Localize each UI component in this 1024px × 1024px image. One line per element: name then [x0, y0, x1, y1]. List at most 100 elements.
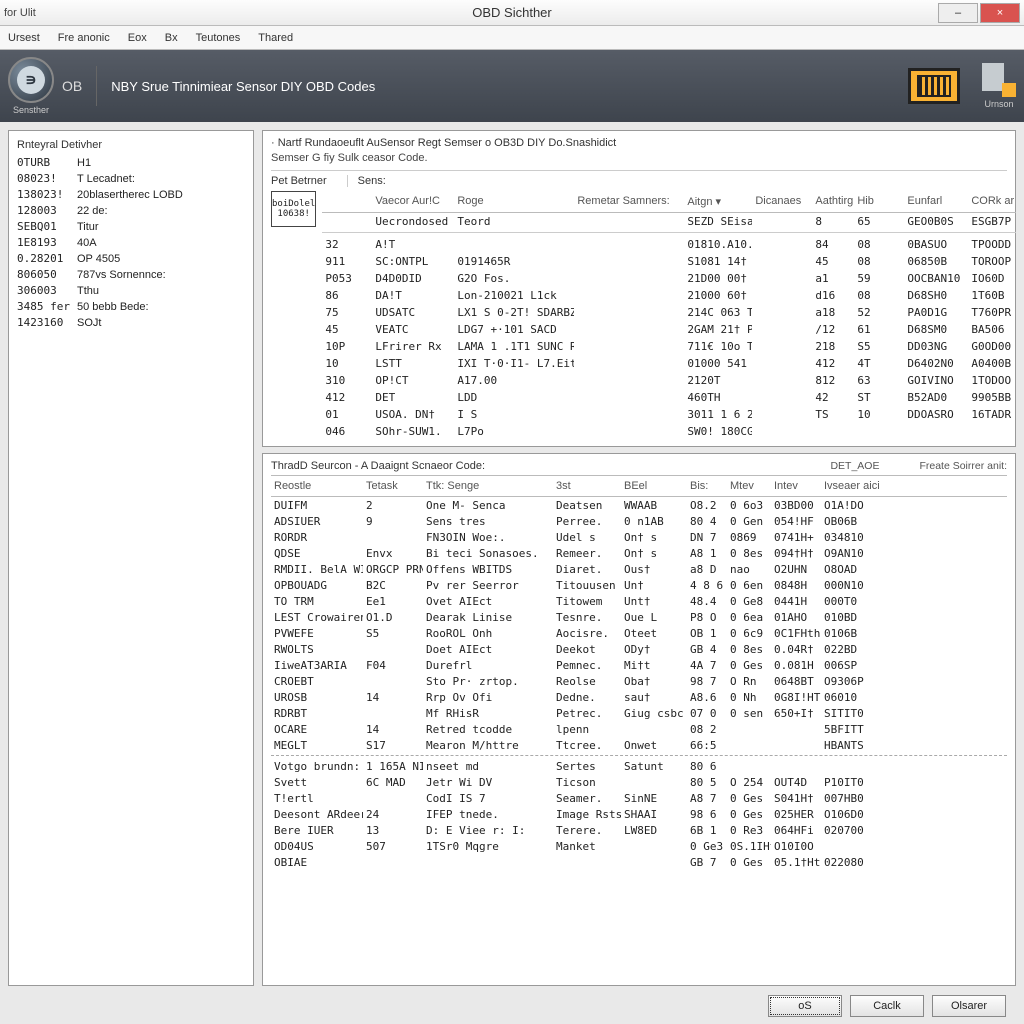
col2-ttk[interactable]: Ttk: Senge: [423, 480, 553, 492]
sidebar-row[interactable]: 12800322 de:: [17, 203, 245, 219]
table-row[interactable]: LEST CrowairenO1.DDearak LiniseTesnre.Ou…: [271, 609, 1007, 625]
col-roge[interactable]: Roge: [454, 195, 574, 208]
table-row[interactable]: 86DA!TLon-210021 L1ck21000 60† PM0 ADDd1…: [322, 287, 1016, 304]
table-row[interactable]: MEGLTS17Mearon M/httreTtcree.Onwet66:5HB…: [271, 737, 1007, 756]
col2-tetask[interactable]: Tetask: [363, 480, 423, 492]
dashboard-icon[interactable]: [908, 68, 960, 104]
col2-beel[interactable]: BEel: [621, 480, 687, 492]
app-logo-icon: ∍: [8, 57, 54, 103]
table-row[interactable]: OBIAEGB 70 Ges05.1†Hth022080: [271, 855, 1007, 871]
table-row[interactable]: IiweAT3ARIAF04DurefrlPemnec.Mi†t4A 70 Ge…: [271, 657, 1007, 673]
panel1-thumb-icon[interactable]: boiDolel 10638!: [271, 191, 316, 227]
table-row[interactable]: OPBOUADGB2CPv rer SeerrorTitouusenUn†4 8…: [271, 577, 1007, 593]
sidebar-row[interactable]: 08023!T Lecadnet:: [17, 171, 245, 187]
menu-item-0[interactable]: Ursest: [8, 32, 40, 44]
table-row[interactable]: PVWEFES5RooROL OnhAocisre.OteetOB 10 6c9…: [271, 625, 1007, 641]
col2-ivseaer[interactable]: Ivseaer aici:: [821, 480, 879, 492]
sidebar-row[interactable]: 3485 fer50 bebb Bede:: [17, 299, 245, 315]
sidebar-row[interactable]: 138023!20blasertherec LOBD: [17, 187, 245, 203]
minimize-button[interactable]: –: [938, 3, 978, 23]
col2-3st[interactable]: 3st: [553, 480, 621, 492]
table-row[interactable]: RORDRFN3OIN Woe:.Udel sOn† sDN 708690741…: [271, 529, 1007, 545]
table-row[interactable]: DUIFM2One M- SencaDeatsenWWAABO8.20 6o30…: [271, 497, 1007, 513]
table-row[interactable]: 10LSTTIXI T·0·I1- L7.Eitnr-31TB01000 541…: [322, 355, 1016, 372]
sidebar-row[interactable]: SEBQ01Titur: [17, 219, 245, 235]
panel1-first-row[interactable]: UecrondosedTeordSEZD SEisaie865GEO0B0SES…: [322, 213, 1016, 233]
table-row[interactable]: CROEBTSto Pr· zrtop.ReolseOba†98 7O Rn06…: [271, 673, 1007, 689]
table-row[interactable]: RWOLTSDoet AIEctDeekotODy†GB 40 8es0.04R…: [271, 641, 1007, 657]
col-remetar[interactable]: Remetar Samners:: [574, 195, 684, 208]
table-row[interactable]: Bere IUER13D: E Viee r: I:Terere.LW8ED6B…: [271, 823, 1007, 839]
sidebar-title: Rnteyral Detivher: [17, 137, 245, 153]
col-dicanaes[interactable]: Dicanaes: [752, 195, 812, 208]
sidebar: Rnteyral Detivher 0TURBH108023!T Lecadne…: [8, 130, 254, 986]
col-vaecor[interactable]: Vaecor Aur!C: [372, 195, 454, 208]
col2-reostle[interactable]: Reostle: [271, 480, 363, 492]
report-icon[interactable]: [982, 63, 1016, 97]
table-row[interactable]: Deesont ARdeer24IFEP tnede.Image RstsSHA…: [271, 807, 1007, 823]
table-row[interactable]: OCARE14Retred tcoddelpenn08 25BFITT: [271, 721, 1007, 737]
caclk-button[interactable]: Caclk: [850, 995, 924, 1017]
toolbar-title: NBY Srue Tinnimiear Sensor DIY OBD Codes: [96, 66, 375, 106]
table-row[interactable]: 45VEATCLDG7 +·101 SACD2GAM 21† PAID/1261…: [322, 321, 1016, 338]
table-row[interactable]: Svett6C MADJetr Wi DVTicson80 5O 254OUT4…: [271, 775, 1007, 791]
sidebar-row[interactable]: 806050787vs Sornennce:: [17, 267, 245, 283]
table-row[interactable]: Votgo brundn:1 165A NINKOnseet mdSertesS…: [271, 759, 1007, 775]
table-row[interactable]: 412DETLDD460TH42STB52AD09905BB: [322, 389, 1016, 406]
sidebar-row[interactable]: 1423160SOJt: [17, 315, 245, 331]
close-button[interactable]: ×: [980, 3, 1020, 23]
panel2-headline: ThradD Seurcon - A Daaignt Scnaeor Code:: [271, 460, 485, 472]
table-row[interactable]: OD04US5071TSr0 MqgreManket0 Ge30S.1IHtrO…: [271, 839, 1007, 855]
panel1-headline: · Nartf Rundaoeuflt AuSensor Regt Semser…: [271, 137, 1007, 149]
col2-bis[interactable]: Bis:: [687, 480, 727, 492]
table-row[interactable]: 32A!T01810.A10.062.84080BASUOTPOODD: [322, 236, 1016, 253]
window-title: OBD Sichther: [472, 5, 551, 20]
table-row[interactable]: 01USOA. DN†I S3011 1 6 225TS10DDOASRO16T…: [322, 406, 1016, 423]
menu-item-2[interactable]: Eox: [128, 32, 147, 44]
titlebar: for Ulit OBD Sichther – ×: [0, 0, 1024, 26]
table-row[interactable]: 911SC:ONTPL0191465RS1081 14† 609 7DD4508…: [322, 253, 1016, 270]
table-row[interactable]: 75UDSATCLX1 S 0-2T! SDARBZZ214C 063 TMBa…: [322, 304, 1016, 321]
menubar: Ursest Fre anonic Eox Bx Teutones Thared: [0, 26, 1024, 50]
panel1-grid-header: Vaecor Aur!C Roge Remetar Samners: Aitgn…: [322, 191, 1016, 213]
table-row[interactable]: UROSB14Rrp Ov OfiDedne.sau†A8.60 Nh0G8I!…: [271, 689, 1007, 705]
toolbar-right-label: Urnson: [984, 99, 1013, 109]
col-aathtirg[interactable]: Aathtirg: [812, 195, 854, 208]
col2-mtev[interactable]: Mtev: [727, 480, 771, 492]
col-hib[interactable]: Hib: [854, 195, 904, 208]
sidebar-row[interactable]: 0.28201OP 4505: [17, 251, 245, 267]
col-cork[interactable]: CORk ar Ubilcs:: [968, 195, 1016, 208]
panel1-right-label: Sens:: [347, 175, 386, 187]
window-buttons: – ×: [938, 3, 1020, 23]
table-row[interactable]: RMDII. BelA WI)I.ORGCP PRNOOffens WBITDS…: [271, 561, 1007, 577]
col2-ihtev[interactable]: Intev: [771, 480, 821, 492]
sidebar-row[interactable]: 306003Tthu: [17, 283, 245, 299]
table-row[interactable]: 046SOhr-SUW1.L7PoSW0! 180CGAKD: [322, 423, 1016, 440]
menu-item-4[interactable]: Teutones: [196, 32, 241, 44]
table-row[interactable]: 310OP!CTA17.002120T81263GOIVINO1TODOO: [322, 372, 1016, 389]
panel2-right-1: DET_AOE: [830, 460, 879, 472]
menu-item-1[interactable]: Fre anonic: [58, 32, 110, 44]
toolbar-left-sublabel: Sensther: [13, 105, 49, 115]
table-row[interactable]: ADSIUER9Sens tresPerree.0 n1AB80 40 Gen0…: [271, 513, 1007, 529]
titlebar-left-label: for Ulit: [4, 7, 36, 19]
table-row[interactable]: T!ertlCodI IS 7Seamer.SinNEA8 70 GesS041…: [271, 791, 1007, 807]
table-row[interactable]: 10PLFrirer RxLAMA 1 .1T1 SUNC Rc-12TO711…: [322, 338, 1016, 355]
table-row[interactable]: P053D4D0DIDG2O Fos.21D00 00† W1O - RODa1…: [322, 270, 1016, 287]
menu-item-5[interactable]: Thared: [258, 32, 293, 44]
table-row[interactable]: RDRBTMf RHisRPetrec.Giug csbc07 00 sen65…: [271, 705, 1007, 721]
sidebar-row[interactable]: 0TURBH1: [17, 155, 245, 171]
sensor-panel-lower: ThradD Seurcon - A Daaignt Scnaeor Code:…: [262, 453, 1016, 986]
olsarer-button[interactable]: Olsarer: [932, 995, 1006, 1017]
ok-button[interactable]: oS: [768, 995, 842, 1017]
menu-item-3[interactable]: Bx: [165, 32, 178, 44]
table-row[interactable]: QDSEEnvxBi teci Sonasoes.Remeer.On† sA8 …: [271, 545, 1007, 561]
panel2-grid-header: Reostle Tetask Ttk: Senge 3st BEel Bis: …: [271, 475, 1007, 497]
col-aitgn[interactable]: Aitgn ▾: [684, 195, 752, 208]
toolbar-logo-text: OB: [62, 78, 82, 94]
table-row[interactable]: TO TRMEe1Ovet AIEctTitowemUnt†48.40 Ge80…: [271, 593, 1007, 609]
toolbar: ∍ Sensther OB NBY Srue Tinnimiear Sensor…: [0, 50, 1024, 122]
col-eunfarl[interactable]: Eunfarl: [904, 195, 968, 208]
sidebar-row[interactable]: 1E819340A: [17, 235, 245, 251]
panel1-left-label: Pet Betrner: [271, 175, 327, 187]
